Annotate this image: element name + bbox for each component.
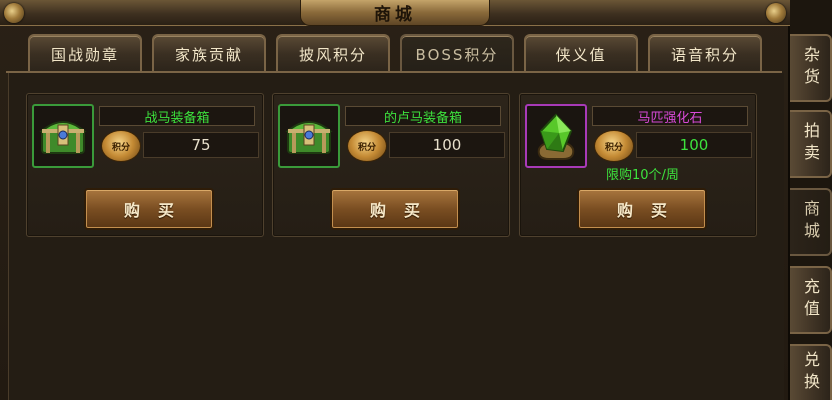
window-title: 商城 <box>374 5 416 25</box>
item-slot[interactable] <box>525 104 587 168</box>
item-price: 100 <box>636 132 752 158</box>
title-plate: 商城 <box>300 0 490 26</box>
side-tab-label: 杂货 <box>801 46 820 90</box>
item-name: 的卢马装备箱 <box>345 106 501 126</box>
item-card: 的卢马装备箱 积分 100 购买 <box>272 93 510 237</box>
item-slot[interactable] <box>278 104 340 168</box>
item-card: 战马装备箱 积分 75 购买 <box>26 93 264 237</box>
buy-button[interactable]: 购买 <box>330 188 460 230</box>
points-coin-icon: 积分 <box>347 130 387 162</box>
item-name: 马匹强化石 <box>592 106 748 126</box>
tab-boss-points[interactable]: BOSS积分 <box>400 34 514 72</box>
title-bar: 商城 <box>0 0 790 26</box>
side-tab-auction[interactable]: 拍卖 <box>790 110 832 178</box>
side-tab-label: 充值 <box>801 278 820 322</box>
tab-voice-points[interactable]: 语音积分 <box>648 34 762 72</box>
side-tab-recharge[interactable]: 充值 <box>790 266 832 334</box>
item-slot[interactable] <box>32 104 94 168</box>
item-card: 马匹强化石 积分 100 限购10个/周 购买 <box>519 93 757 237</box>
side-tab-label: 拍卖 <box>801 122 820 166</box>
purchase-limit: 限购10个/周 <box>606 168 679 183</box>
item-list: 战马装备箱 积分 75 购买 的卢马装备箱 积分 100 购买 马匹强化石 积分… <box>8 73 784 400</box>
buy-button[interactable]: 购买 <box>84 188 214 230</box>
side-tab-general-store[interactable]: 杂货 <box>790 34 832 102</box>
tab-chivalry-value[interactable]: 侠义值 <box>524 34 638 72</box>
buy-button[interactable]: 购买 <box>577 188 707 230</box>
green-gem-stone-icon <box>537 113 575 160</box>
side-nav: 杂货 拍卖 商城 充值 兑换 <box>790 0 832 400</box>
side-tab-label: 兑换 <box>801 351 820 395</box>
side-tab-label: 商城 <box>801 200 820 244</box>
tab-national-war-medal[interactable]: 国战勋章 <box>28 34 142 72</box>
side-tab-exchange[interactable]: 兑换 <box>790 344 832 400</box>
points-coin-icon: 积分 <box>594 130 634 162</box>
item-name: 战马装备箱 <box>99 106 255 126</box>
points-coin-icon: 积分 <box>101 130 141 162</box>
green-treasure-chest-icon <box>285 121 333 154</box>
item-price: 75 <box>143 132 259 158</box>
green-treasure-chest-icon <box>39 121 87 154</box>
tab-cloak-points[interactable]: 披风积分 <box>276 34 390 72</box>
side-tab-mall[interactable]: 商城 <box>790 188 832 256</box>
currency-tabs: 国战勋章 家族贡献 披风积分 BOSS积分 侠义值 语音积分 <box>28 34 768 72</box>
shop-window: 商城 国战勋章 家族贡献 披风积分 BOSS积分 侠义值 语音积分 战马装备箱 … <box>0 0 790 400</box>
tab-family-contribution[interactable]: 家族贡献 <box>152 34 266 72</box>
item-price: 100 <box>389 132 505 158</box>
